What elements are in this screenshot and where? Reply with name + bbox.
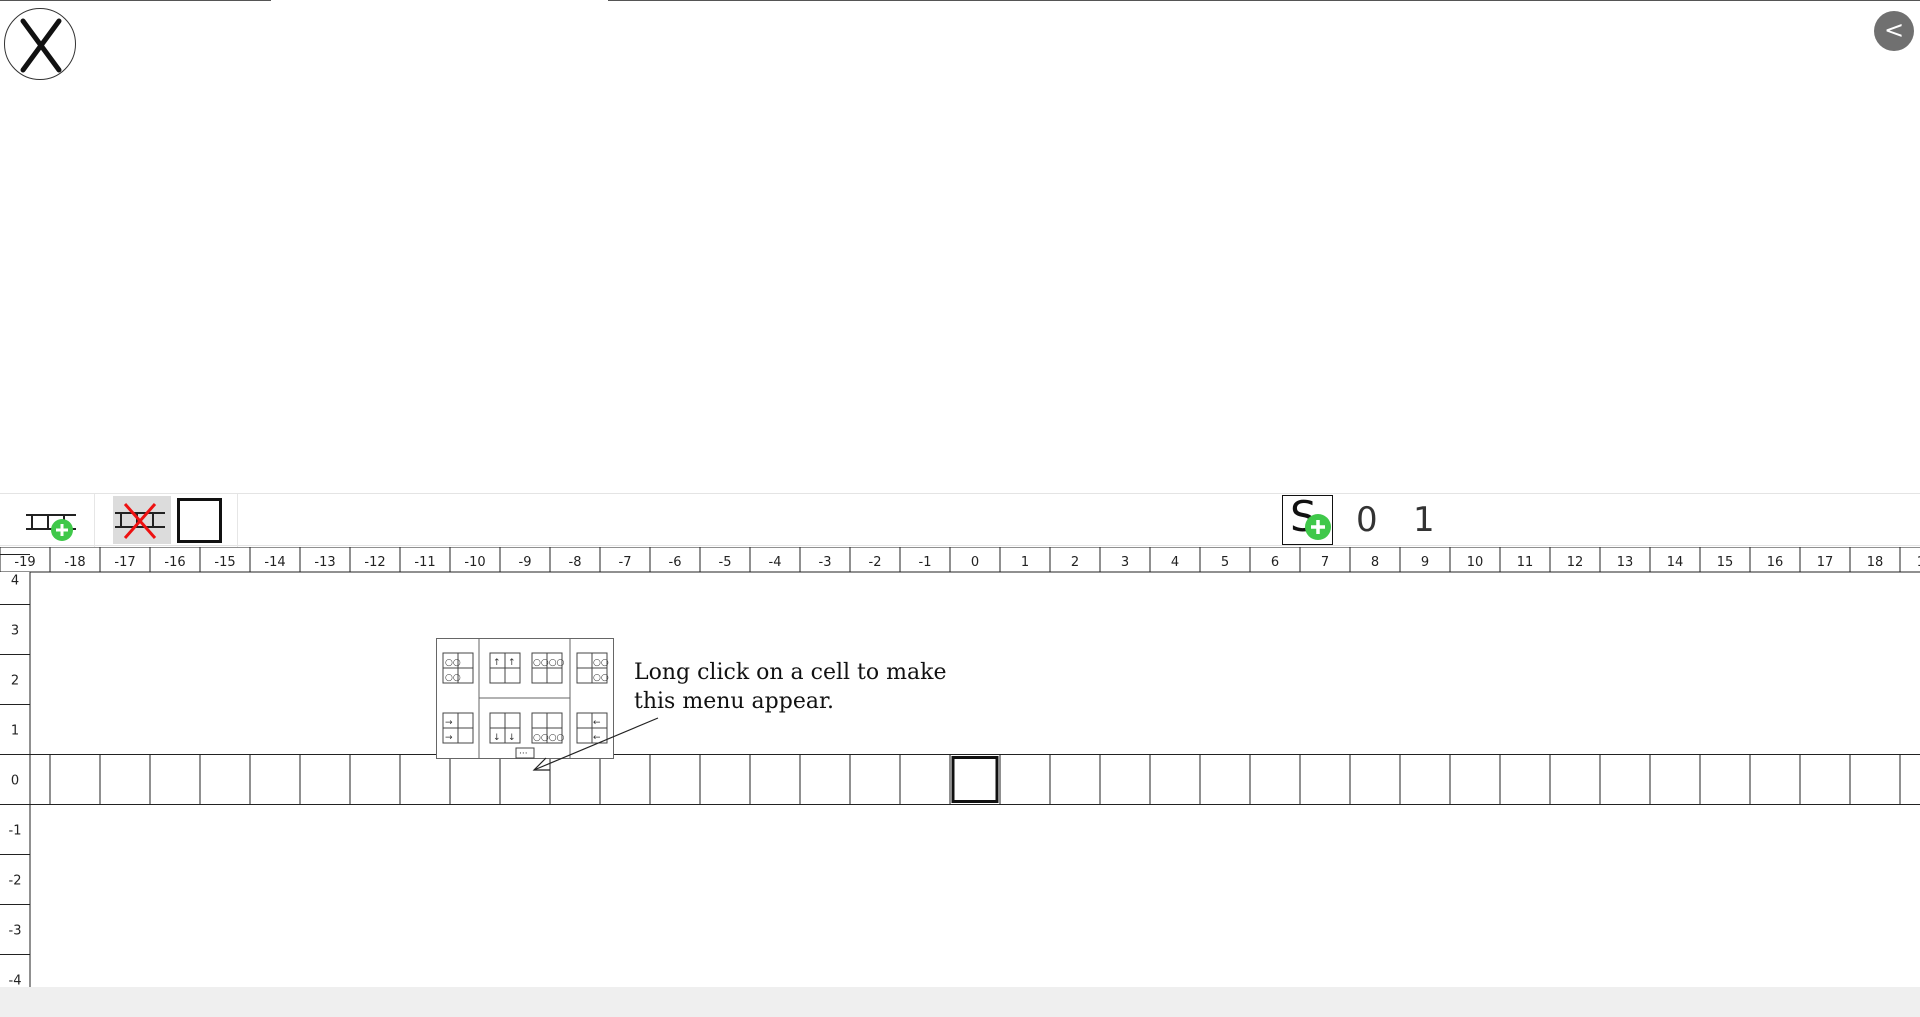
- svg-text:○○: ○○: [593, 658, 609, 668]
- svg-text:→: →: [445, 718, 453, 728]
- column-label: 8: [1371, 555, 1379, 570]
- column-label: 10: [1467, 555, 1484, 570]
- close-button[interactable]: [4, 8, 76, 80]
- column-label: 14: [1667, 555, 1684, 570]
- toolbar-divider: [237, 494, 238, 547]
- svg-text:↓: ↓: [493, 733, 501, 743]
- column-label: 18: [1867, 555, 1884, 570]
- svg-text:→: →: [445, 733, 453, 743]
- svg-text:↑: ↑: [493, 658, 501, 668]
- column-label: 11: [1517, 555, 1534, 570]
- column-label: 6: [1271, 555, 1279, 570]
- column-label: 3: [1121, 555, 1129, 570]
- row-label: -3: [9, 924, 22, 939]
- row-label: -4: [9, 974, 22, 988]
- hint-text: Long click on a cell to make this menu a…: [634, 660, 947, 714]
- status-bar: [0, 987, 1920, 1017]
- svg-text:↓: ↓: [508, 733, 516, 743]
- column-label: -13: [314, 555, 335, 570]
- svg-text:↑: ↑: [508, 658, 516, 668]
- chevron-left-icon: <: [1883, 16, 1905, 44]
- row-label: 1: [11, 724, 19, 739]
- add-tape-tool[interactable]: [24, 497, 80, 543]
- tab-bar-line: [0, 0, 271, 1]
- column-label: -4: [769, 555, 782, 570]
- column-label: 15: [1717, 555, 1734, 570]
- symbol-1[interactable]: 1: [1413, 500, 1435, 540]
- empty-square-icon: [177, 498, 222, 543]
- tape-add-icon: [26, 514, 76, 541]
- column-label: -7: [619, 555, 632, 570]
- column-label: -10: [464, 555, 485, 570]
- column-label: 16: [1767, 555, 1784, 570]
- row-label: -1: [9, 824, 22, 839]
- column-label: -9: [519, 555, 532, 570]
- add-state-button[interactable]: S: [1282, 492, 1333, 545]
- row-label: -2: [9, 874, 22, 889]
- column-label: -6: [669, 555, 682, 570]
- column-label: 7: [1321, 555, 1329, 570]
- tape-grid[interactable]: -19 -18 -17 -16 -15 -14 -13 -12 -11 -10 -9 -8 -7 -6 -5…: [0, 547, 1920, 987]
- row-label: 2: [11, 674, 19, 689]
- column-label: 2: [1071, 555, 1079, 570]
- tape-delete-icon: [115, 503, 165, 539]
- svg-text:○○: ○○: [445, 658, 461, 668]
- column-label: -3: [819, 555, 832, 570]
- column-label: -14: [264, 555, 285, 570]
- svg-text:○○○○: ○○○○: [533, 658, 565, 668]
- row-label: 0: [11, 774, 19, 789]
- row-label: 4: [11, 574, 19, 589]
- column-label: 4: [1171, 555, 1179, 570]
- close-icon: [20, 18, 62, 73]
- blank-symbol-tool[interactable]: [177, 498, 222, 543]
- toolbar-divider: [94, 494, 95, 547]
- hint-arrow: [532, 717, 659, 771]
- column-label: 1: [1021, 555, 1029, 570]
- column-label: 12: [1567, 555, 1584, 570]
- tab-bar-line: [608, 0, 1920, 1]
- column-label: 0: [971, 555, 979, 570]
- column-label: -19: [14, 555, 35, 570]
- column-label: -15: [214, 555, 235, 570]
- column-label: 5: [1221, 555, 1229, 570]
- collapse-button[interactable]: <: [1874, 11, 1914, 51]
- column-label: -17: [114, 555, 135, 570]
- column-label: 9: [1421, 555, 1429, 570]
- column-label: -1: [919, 555, 932, 570]
- column-label: -5: [719, 555, 732, 570]
- tape-grid-canvas: -19 -18 -17 -16 -15 -14 -13 -12 -11 -10 -9 -8 -7 -6 -5…: [0, 547, 1920, 987]
- svg-text:○○: ○○: [593, 673, 609, 683]
- column-label: -11: [414, 555, 435, 570]
- column-label: -12: [364, 555, 385, 570]
- column-label: 13: [1617, 555, 1634, 570]
- column-label: -16: [164, 555, 185, 570]
- delete-tape-tool[interactable]: [113, 496, 171, 544]
- toolbar: S 0 1: [0, 492, 1920, 547]
- svg-text:○○: ○○: [445, 673, 461, 683]
- column-label: -18: [64, 555, 85, 570]
- row-label: 3: [11, 624, 19, 639]
- state-add-icon: [1305, 514, 1331, 540]
- tape-head[interactable]: [951, 756, 999, 803]
- column-label: -8: [569, 555, 582, 570]
- column-label: -2: [869, 555, 882, 570]
- column-label: 17: [1817, 555, 1834, 570]
- symbol-0[interactable]: 0: [1356, 500, 1378, 540]
